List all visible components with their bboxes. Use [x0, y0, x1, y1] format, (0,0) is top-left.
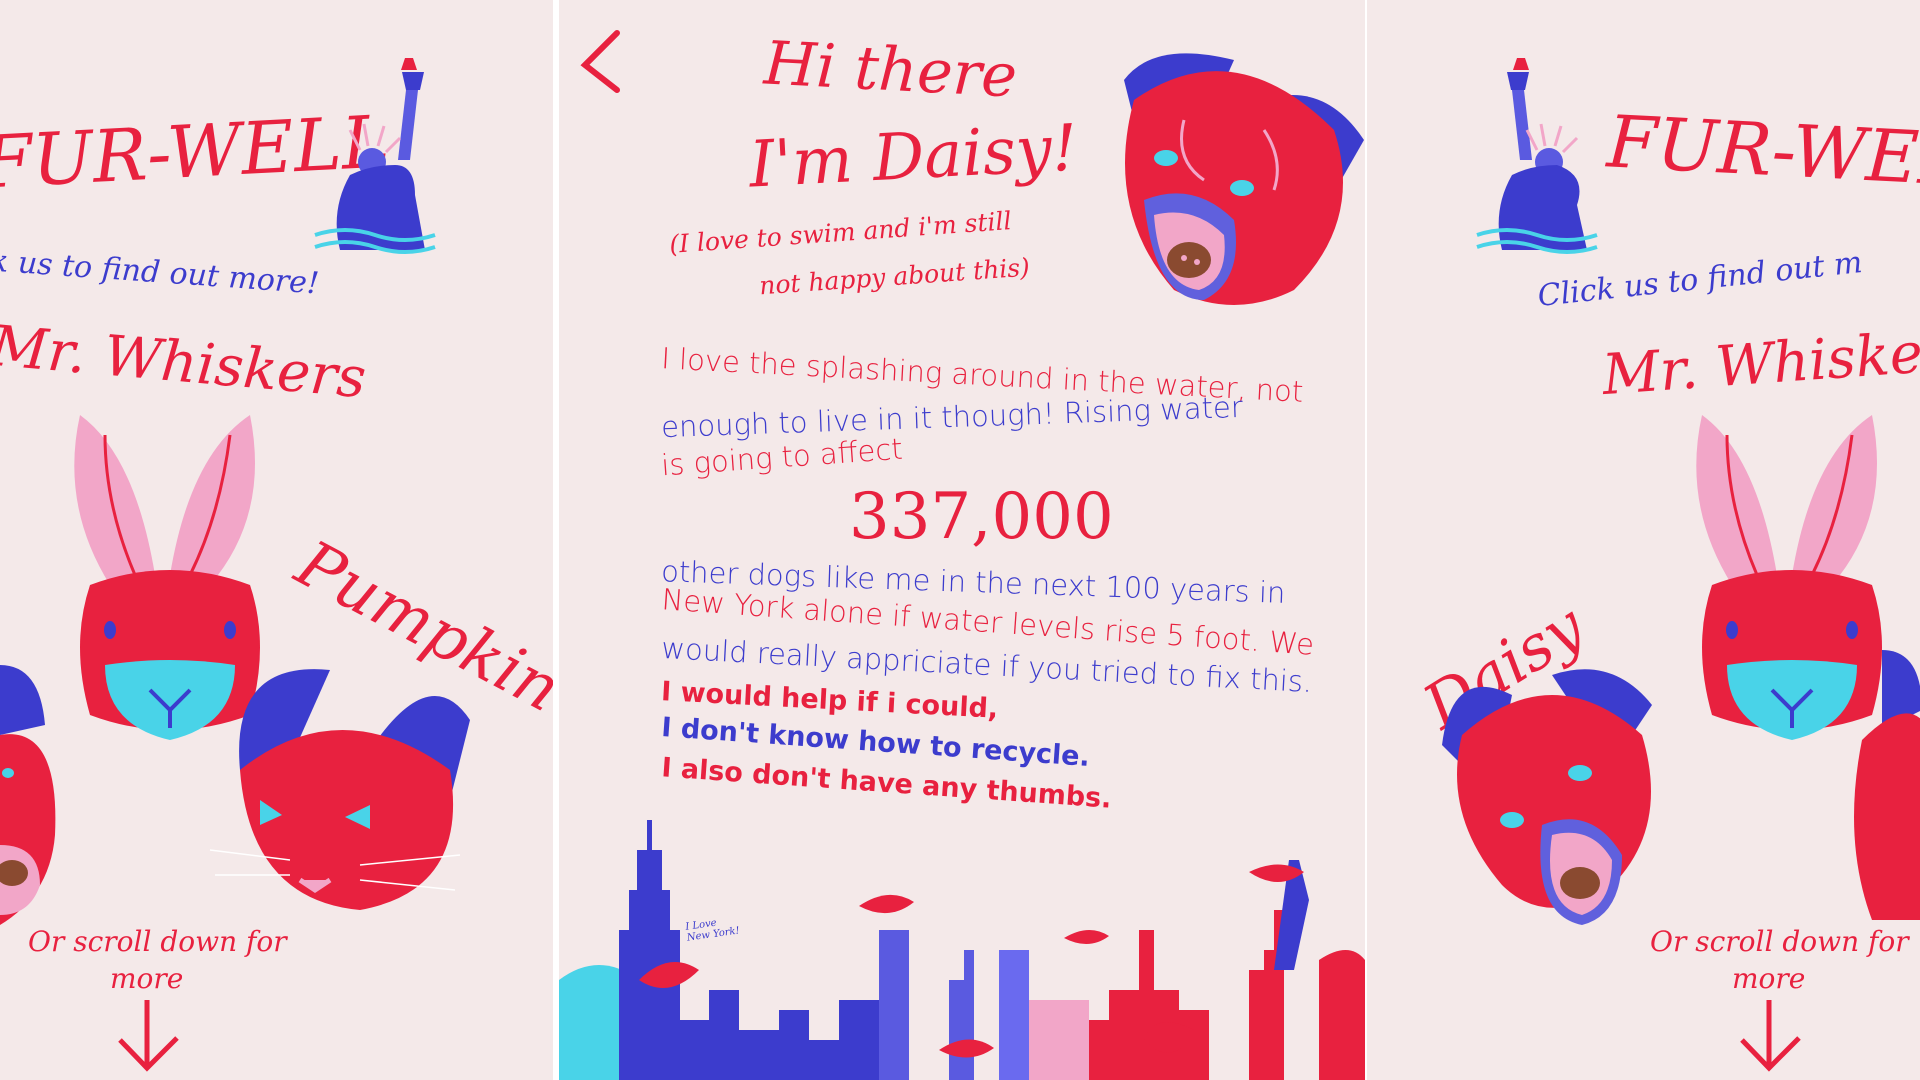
- arrow-down-icon[interactable]: [115, 995, 185, 1075]
- city-skyline-illustration: [559, 820, 1365, 1080]
- right-scroll-line2[interactable]: more: [1732, 962, 1805, 995]
- left-rabbit-name[interactable]: Mr. Whiskers: [0, 314, 369, 412]
- dog-icon[interactable]: [1432, 655, 1672, 925]
- statue-of-liberty-icon: [1476, 58, 1598, 254]
- cat-icon[interactable]: [1852, 640, 1920, 920]
- back-arrow-icon[interactable]: [577, 28, 627, 98]
- big-number: 337,000: [849, 480, 1114, 554]
- right-scroll-line1[interactable]: Or scroll down for: [1650, 925, 1909, 958]
- left-subtitle[interactable]: k us to find out more!: [0, 244, 320, 302]
- dog-icon[interactable]: [0, 655, 70, 925]
- panel-center: Hi there I'm Daisy! (I love to swim and …: [559, 0, 1365, 1080]
- panel-right[interactable]: FUR-WELL Click us to find out m Mr. Whis…: [1367, 0, 1920, 1080]
- left-scroll-line2[interactable]: more: [110, 962, 183, 995]
- right-title: FUR-WELL: [1605, 99, 1920, 205]
- arrow-down-icon[interactable]: [1737, 995, 1807, 1075]
- center-heading-line1: Hi there: [762, 28, 1019, 112]
- center-heading-line2: I'm Daisy!: [747, 111, 1080, 203]
- right-rabbit-name[interactable]: Mr. Whiskers: [1600, 317, 1920, 408]
- panel-left[interactable]: FUR-WELL k us to find out more! Mr. Whis…: [0, 0, 553, 1080]
- cat-icon[interactable]: [209, 640, 470, 910]
- body-line-2: enough to live in it though! Rising wate…: [660, 389, 1244, 445]
- statue-of-liberty-icon: [314, 58, 436, 254]
- left-scroll-line1[interactable]: Or scroll down for: [28, 925, 287, 958]
- dog-icon: [1124, 53, 1364, 305]
- center-aside-line2: not happy about this): [758, 252, 1031, 301]
- center-aside-line1: (I love to swim and i'm still: [668, 206, 1013, 259]
